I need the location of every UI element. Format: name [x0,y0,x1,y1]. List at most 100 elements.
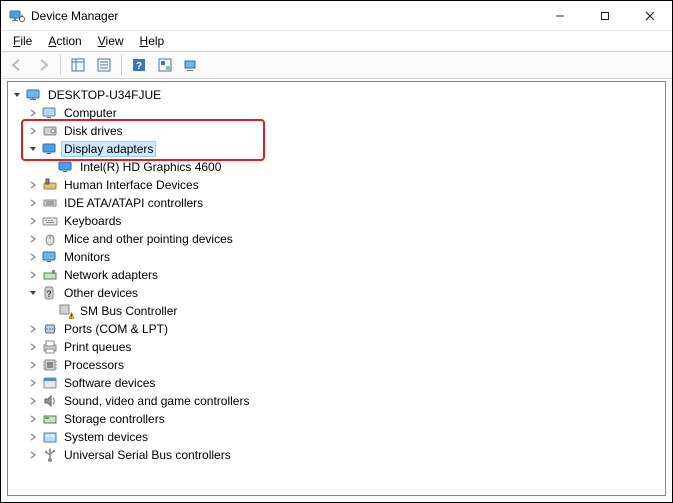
close-button[interactable] [627,1,672,31]
chevron-right-icon[interactable] [26,250,40,264]
tree-item-computer[interactable]: Computer [10,104,663,122]
menu-help[interactable]: Help [134,33,171,49]
tree-item-keyboards[interactable]: Keyboards [10,212,663,230]
app-icon [9,8,25,24]
window-controls [537,1,672,30]
item-label: Processors [62,358,126,372]
display-icon [42,141,58,157]
chevron-right-icon[interactable] [26,412,40,426]
menu-file[interactable]: File [7,33,38,49]
show-hidden-button[interactable] [179,53,203,77]
svg-text:?: ? [136,61,142,72]
item-label: Other devices [62,286,140,300]
chevron-right-icon[interactable] [26,196,40,210]
monitor-icon [42,249,58,265]
chevron-right-icon[interactable] [26,178,40,192]
item-label: Network adapters [62,268,160,282]
root-label: DESKTOP-U34FJUE [46,88,163,102]
show-hide-tree-button[interactable] [66,53,90,77]
item-label: Universal Serial Bus controllers [62,448,233,462]
item-label: Display adapters [62,142,155,156]
chevron-right-icon[interactable] [26,124,40,138]
tree-item-network[interactable]: Network adapters [10,266,663,284]
chevron-right-icon[interactable] [26,448,40,462]
warning-device-icon: ! [58,303,74,319]
sound-icon [42,393,58,409]
mouse-icon [42,231,58,247]
chevron-down-icon[interactable] [26,286,40,300]
tree-item-system[interactable]: System devices [10,428,663,446]
tree-item-software-devices[interactable]: Software devices [10,374,663,392]
title-bar: Device Manager [1,1,672,31]
printer-icon [42,339,58,355]
expander-none [42,304,56,318]
toolbar-separator [60,55,61,75]
chevron-down-icon[interactable] [26,142,40,156]
menu-bar: File Action View Help [1,31,672,51]
chevron-right-icon[interactable] [26,394,40,408]
item-label: Intel(R) HD Graphics 4600 [78,160,223,174]
expander-none [42,160,56,174]
tree-item-usb[interactable]: Universal Serial Bus controllers [10,446,663,464]
display-icon [58,159,74,175]
chevron-right-icon[interactable] [26,376,40,390]
item-label: Monitors [62,250,112,264]
chevron-right-icon[interactable] [26,322,40,336]
tree-item-processors[interactable]: Processors [10,356,663,374]
back-button[interactable] [5,53,29,77]
tree-item-other[interactable]: ? Other devices [10,284,663,302]
software-icon [42,375,58,391]
toolbar-separator [121,55,122,75]
maximize-button[interactable] [582,1,627,31]
item-label: Disk drives [62,124,125,138]
usb-icon [42,447,58,463]
device-tree[interactable]: DESKTOP-U34FJUE Computer Disk drives Dis… [7,81,666,496]
window-title: Device Manager [31,9,537,23]
hid-icon [42,177,58,193]
item-label: IDE ATA/ATAPI controllers [62,196,205,210]
keyboard-icon [42,213,58,229]
chevron-right-icon[interactable] [26,358,40,372]
properties-button[interactable] [92,53,116,77]
item-label: Storage controllers [62,412,167,426]
item-label: Computer [62,106,119,120]
tree-item-monitors[interactable]: Monitors [10,248,663,266]
tree-item-display-adapters[interactable]: Display adapters [10,140,663,158]
chevron-right-icon[interactable] [26,106,40,120]
toolbar: ? [1,51,672,79]
help-button[interactable]: ? [127,53,151,77]
tree-item-ports[interactable]: Ports (COM & LPT) [10,320,663,338]
tree-item-storage[interactable]: Storage controllers [10,410,663,428]
svg-text:?: ? [46,289,52,299]
chevron-right-icon[interactable] [26,232,40,246]
computer-icon [26,87,42,103]
tree-item-hid[interactable]: Human Interface Devices [10,176,663,194]
chevron-down-icon[interactable] [10,88,24,102]
system-icon [42,429,58,445]
tree-item-mice[interactable]: Mice and other pointing devices [10,230,663,248]
chevron-right-icon[interactable] [26,340,40,354]
tree-root[interactable]: DESKTOP-U34FJUE [10,86,663,104]
storage-icon [42,411,58,427]
menu-view[interactable]: View [92,33,130,49]
forward-button[interactable] [31,53,55,77]
scan-hardware-button[interactable] [153,53,177,77]
tree-item-disk-drives[interactable]: Disk drives [10,122,663,140]
tree-item-intel-hd[interactable]: Intel(R) HD Graphics 4600 [10,158,663,176]
computer-icon [42,105,58,121]
tree-item-sound[interactable]: Sound, video and game controllers [10,392,663,410]
chevron-right-icon[interactable] [26,214,40,228]
chevron-right-icon[interactable] [26,268,40,282]
tree-item-ide[interactable]: IDE ATA/ATAPI controllers [10,194,663,212]
chevron-right-icon[interactable] [26,430,40,444]
other-icon: ? [42,285,58,301]
item-label: Mice and other pointing devices [62,232,235,246]
item-label: Keyboards [62,214,123,228]
cpu-icon [42,357,58,373]
tree-item-print-queues[interactable]: Print queues [10,338,663,356]
item-label: System devices [62,430,150,444]
menu-action[interactable]: Action [42,33,87,49]
tree-item-smbus[interactable]: ! SM Bus Controller [10,302,663,320]
minimize-button[interactable] [537,1,582,31]
item-label: Human Interface Devices [62,178,201,192]
